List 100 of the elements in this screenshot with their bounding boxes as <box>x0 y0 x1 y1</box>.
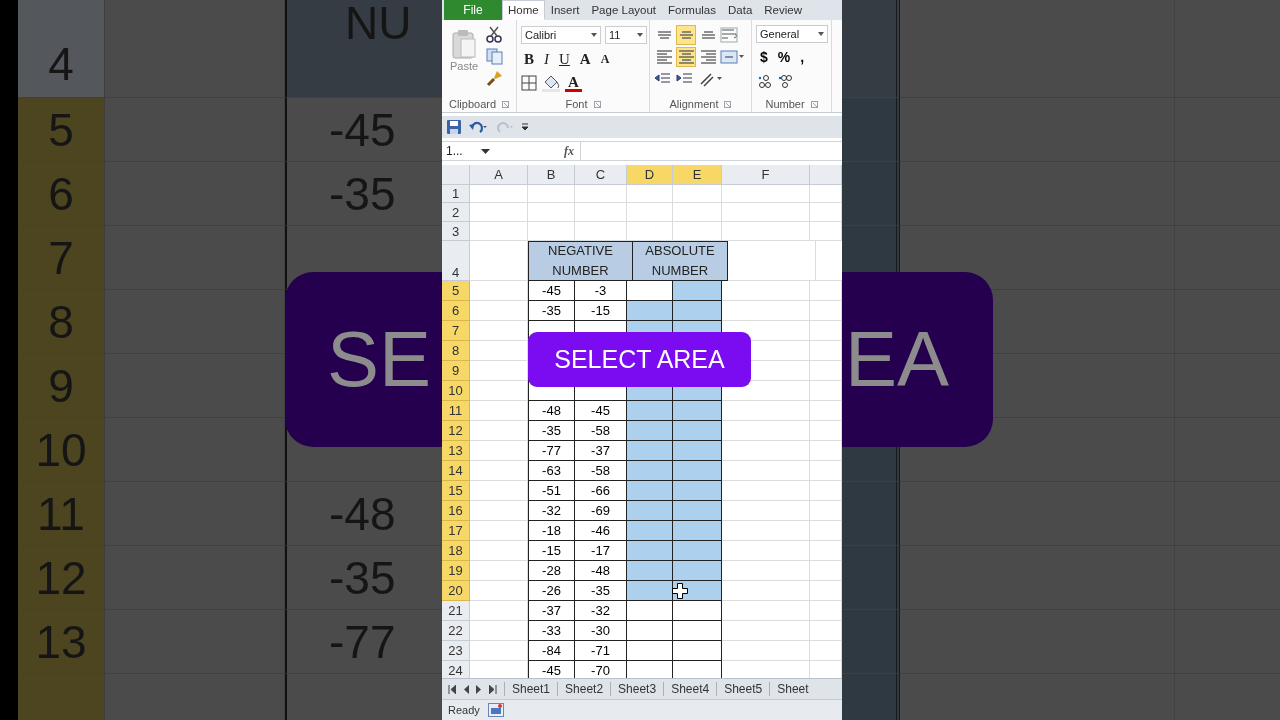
grow-font-button[interactable]: A <box>576 49 594 69</box>
ribbon-tab[interactable]: Home <box>502 0 545 20</box>
dialog-launcher-icon[interactable] <box>593 100 601 108</box>
decrease-decimal-icon[interactable] <box>776 73 792 89</box>
row-header[interactable]: 9 <box>442 361 470 381</box>
row-header[interactable]: 22 <box>442 621 470 641</box>
last-sheet-icon[interactable] <box>489 684 497 694</box>
font-name-field[interactable]: Calibri <box>521 26 601 44</box>
font-size-field[interactable]: 11 <box>605 26 647 44</box>
ribbon-tab[interactable]: Insert <box>544 0 586 20</box>
shrink-font-button[interactable]: A <box>597 49 613 69</box>
currency-button[interactable]: $ <box>756 47 772 67</box>
selected-cell[interactable] <box>673 401 722 421</box>
undo-icon[interactable] <box>468 120 488 134</box>
ribbon-tab[interactable]: Review <box>758 0 808 20</box>
selected-cell[interactable] <box>673 281 722 301</box>
ribbon-tab[interactable]: Data <box>722 0 759 20</box>
column-header[interactable]: B <box>528 165 575 185</box>
selected-cell[interactable] <box>627 521 673 541</box>
insert-function-button[interactable]: fx <box>494 143 580 159</box>
row-header[interactable]: 15 <box>442 481 470 501</box>
ribbon-tab[interactable]: Page Layout <box>585 0 663 20</box>
selected-cell[interactable] <box>673 501 722 521</box>
column-header[interactable]: F <box>722 165 810 185</box>
row-header[interactable]: 21 <box>442 601 470 621</box>
column-header[interactable]: E <box>673 165 722 185</box>
increase-decimal-icon[interactable] <box>756 73 772 89</box>
bold-button[interactable]: B <box>521 49 537 69</box>
italic-button[interactable]: I <box>541 49 552 69</box>
paste-button[interactable]: Paste <box>447 23 481 77</box>
next-sheet-icon[interactable] <box>476 684 482 694</box>
row-header[interactable]: 14 <box>442 461 470 481</box>
row-header[interactable]: 5 <box>442 281 470 301</box>
number-format-field[interactable]: General <box>756 25 828 43</box>
first-sheet-icon[interactable] <box>448 684 456 694</box>
selected-cell[interactable] <box>627 401 673 421</box>
selected-cell[interactable] <box>627 541 673 561</box>
selected-cell[interactable] <box>673 481 722 501</box>
sheet-tab[interactable]: Sheet3 <box>610 682 664 696</box>
dialog-launcher-icon[interactable] <box>810 100 818 108</box>
row-header[interactable]: 10 <box>442 381 470 401</box>
sheet-tab[interactable]: Sheet <box>769 682 816 696</box>
column-header[interactable]: D <box>627 165 673 185</box>
row-header[interactable]: 4 <box>442 241 470 281</box>
selected-cell[interactable] <box>627 561 673 581</box>
dialog-launcher-icon[interactable] <box>724 100 732 108</box>
selected-cell[interactable] <box>627 301 673 321</box>
empty-cell[interactable] <box>627 621 673 641</box>
selected-cell[interactable] <box>673 441 722 461</box>
sheet-tab[interactable]: Sheet4 <box>663 682 717 696</box>
comma-button[interactable]: , <box>796 47 809 67</box>
orientation-icon[interactable] <box>698 71 722 87</box>
sheet-tab[interactable]: Sheet2 <box>557 682 611 696</box>
empty-cell[interactable] <box>673 621 722 641</box>
row-header[interactable]: 13 <box>442 441 470 461</box>
empty-cell[interactable] <box>627 641 673 661</box>
sheet-tab[interactable]: Sheet5 <box>716 682 770 696</box>
save-icon[interactable] <box>446 119 462 135</box>
merge-center-icon[interactable] <box>720 49 744 65</box>
empty-cell[interactable] <box>627 601 673 621</box>
customize-icon[interactable] <box>520 122 530 132</box>
empty-cell[interactable] <box>673 601 722 621</box>
row-header[interactable]: 16 <box>442 501 470 521</box>
selected-cell[interactable] <box>627 441 673 461</box>
dialog-launcher-icon[interactable] <box>502 100 510 108</box>
selected-cell[interactable] <box>627 481 673 501</box>
percent-button[interactable]: % <box>773 47 795 67</box>
selected-cell[interactable] <box>627 581 673 601</box>
wrap-text-icon[interactable] <box>720 27 738 43</box>
row-header[interactable]: 20 <box>442 581 470 601</box>
row-header[interactable]: 24 <box>442 661 470 678</box>
selected-cell[interactable] <box>627 421 673 441</box>
column-header[interactable]: A <box>470 165 528 185</box>
row-header[interactable]: 8 <box>442 341 470 361</box>
empty-cell[interactable] <box>673 641 722 661</box>
row-header[interactable]: 11 <box>442 401 470 421</box>
underline-button[interactable]: U <box>556 49 573 69</box>
format-painter-icon[interactable] <box>486 69 504 87</box>
selected-cell[interactable] <box>673 301 722 321</box>
cut-icon[interactable] <box>486 25 502 43</box>
column-header[interactable]: C <box>575 165 627 185</box>
column-header[interactable] <box>810 165 842 185</box>
borders-icon[interactable] <box>521 75 537 91</box>
row-header[interactable]: 17 <box>442 521 470 541</box>
row-header[interactable]: 2 <box>442 203 470 222</box>
row-header[interactable]: 6 <box>442 301 470 321</box>
selected-cell[interactable] <box>627 501 673 521</box>
selected-cell[interactable] <box>673 541 722 561</box>
font-color-button[interactable]: A <box>565 74 582 92</box>
ribbon-tab[interactable]: Formulas <box>662 0 722 20</box>
selected-cell[interactable] <box>673 561 722 581</box>
selected-cell[interactable] <box>673 421 722 441</box>
selected-cell[interactable] <box>673 461 722 481</box>
row-header[interactable]: 1 <box>442 185 470 203</box>
selected-cell[interactable] <box>673 521 722 541</box>
align-middle-button[interactable] <box>676 25 696 45</box>
fill-color-icon[interactable] <box>541 74 561 92</box>
select-all-corner[interactable] <box>442 165 470 185</box>
sheet-tab[interactable]: Sheet1 <box>504 682 558 696</box>
row-header[interactable]: 12 <box>442 421 470 441</box>
